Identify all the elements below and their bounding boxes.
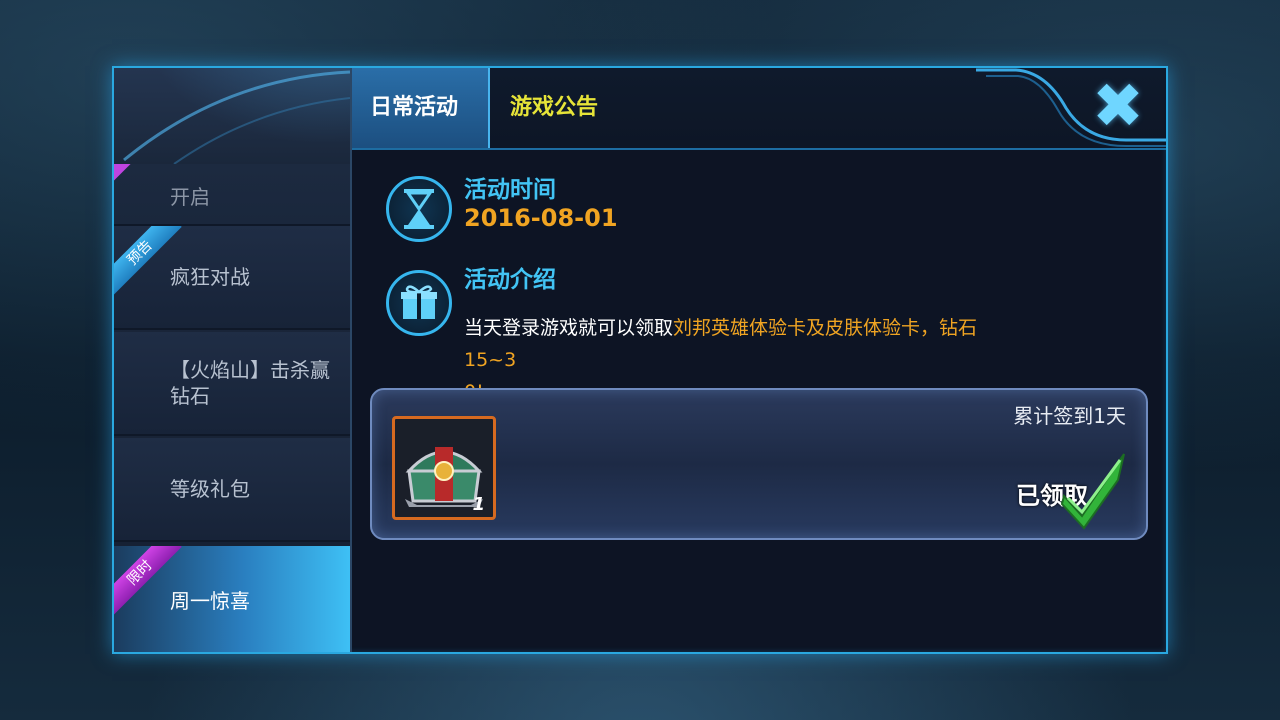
sidebar-item-monday-surprise[interactable]: 周一惊喜 限时 [114,546,350,652]
reward-item-count: 1 [472,494,485,515]
sidebar-curve-decoration [123,70,350,165]
sidebar-item-ribbon [114,164,160,203]
sidebar-item-label: 疯狂对战 [170,265,250,289]
tab-daily-activity[interactable]: 日常活动 [352,68,490,148]
tag-wrap: 预告 [114,226,184,296]
close-icon[interactable]: ✖ [1088,75,1148,137]
reward-item-slot[interactable]: 1 [392,416,496,520]
sidebar-item-crazy-battle[interactable]: 疯狂对战 预告 [114,226,350,330]
limited-badge: 限时 [114,546,182,615]
activity-sidebar: 开启 疯狂对战 预告 【火焰山】击杀赢钻石 等级礼包 周一惊喜 限时 [114,68,352,652]
tab-game-notice[interactable]: 游戏公告 [492,68,616,148]
activity-panel: 开启 疯狂对战 预告 【火焰山】击杀赢钻石 等级礼包 周一惊喜 限时 日常活动 … [112,66,1168,654]
reward-card: 1 累计签到1天 已领取 [370,388,1148,540]
checkmark-icon [1060,453,1125,530]
sign-in-count: 累计签到1天 [1013,404,1126,428]
sidebar-item-label: 开启 [170,185,210,209]
tag-wrap: 限时 [114,546,184,616]
sidebar-item-open[interactable]: 开启 [114,164,350,226]
tab-bar: 日常活动 游戏公告 ✖ [352,68,1166,150]
sidebar-item-label: 周一惊喜 [170,589,250,613]
hourglass-icon [386,176,452,242]
activity-time-title: 活动时间 [464,177,556,203]
preview-badge: 预告 [114,226,182,295]
sidebar-header-decoration [114,68,350,165]
sidebar-item-label: 等级礼包 [170,477,250,501]
sidebar-item-flame-mountain[interactable]: 【火焰山】击杀赢钻石 [114,332,350,436]
sidebar-item-level-gift[interactable]: 等级礼包 [114,438,350,542]
gift-icon [386,270,452,336]
sidebar-item-label: 【火焰山】击杀赢钻石 [170,358,330,408]
activity-intro-title: 活动介绍 [464,267,556,293]
activity-content: 活动时间 2016-08-01 活动介绍 当天登录游戏就可以领取刘邦英雄体验卡及… [352,150,1166,652]
activity-date: 2016-08-01 [464,204,618,232]
description-text: 当天登录游戏就可以领取 [464,317,674,339]
